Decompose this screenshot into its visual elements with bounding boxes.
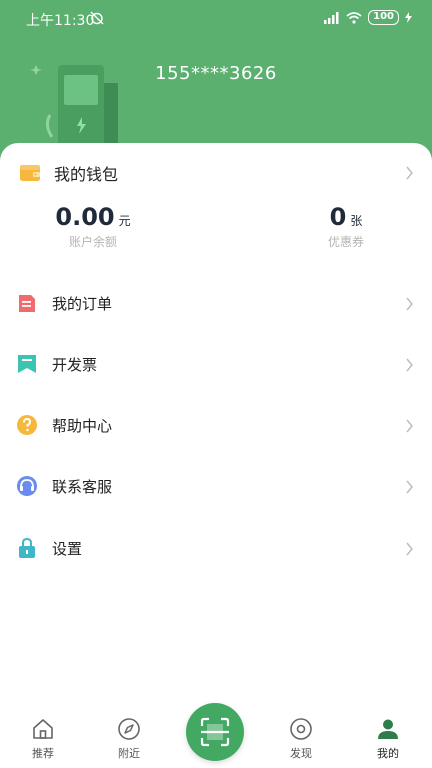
menu-item-orders[interactable]: 我的订单 bbox=[0, 274, 432, 334]
status-indicators: 100 bbox=[324, 10, 412, 25]
chevron-right-icon bbox=[406, 542, 413, 556]
scan-button[interactable] bbox=[186, 703, 244, 761]
tab-label-discover: 发现 bbox=[290, 747, 312, 760]
menu-label-invoice: 开发票 bbox=[52, 356, 98, 374]
wallet-title: 我的钱包 bbox=[54, 165, 119, 184]
status-bar: 上午11:30 100 bbox=[0, 0, 432, 38]
tab-label-mine: 我的 bbox=[377, 747, 399, 760]
menu-label-help: 帮助中心 bbox=[52, 417, 113, 435]
menu-item-settings[interactable]: 设置 bbox=[0, 519, 432, 579]
charging-icon bbox=[405, 12, 412, 23]
menu-item-customer-service[interactable]: 联系客服 bbox=[0, 457, 432, 517]
balance-stat[interactable]: 0.00 元 账户余额 bbox=[38, 203, 148, 250]
chevron-right-icon bbox=[406, 419, 413, 433]
wallet-row[interactable]: 我的钱包 bbox=[0, 143, 432, 203]
wifi-icon bbox=[346, 11, 362, 24]
tab-label-nearby: 附近 bbox=[118, 747, 140, 760]
customer-service-icon bbox=[17, 476, 37, 496]
order-icon bbox=[19, 295, 35, 312]
scan-icon bbox=[200, 717, 230, 747]
user-phone-number[interactable]: 155****3626 bbox=[0, 63, 432, 84]
balance-value: 0.00 bbox=[55, 203, 115, 231]
signal-icon bbox=[324, 11, 339, 24]
tab-recommend[interactable]: 推荐 bbox=[13, 717, 73, 761]
alarm-off-icon bbox=[90, 11, 104, 25]
wallet-icon bbox=[20, 165, 40, 181]
help-icon bbox=[17, 415, 37, 435]
coupon-unit: 张 bbox=[350, 214, 363, 228]
coupon-count: 0 bbox=[329, 203, 347, 231]
menu-label-customer-service: 联系客服 bbox=[52, 478, 113, 496]
account-card: 我的钱包 0.00 元 账户余额 0张 优惠券 我的订单 开发票 帮助中心 联系… bbox=[0, 143, 432, 703]
tab-nearby[interactable]: 附近 bbox=[99, 717, 159, 761]
settings-lock-icon bbox=[19, 537, 35, 558]
compass-icon bbox=[118, 718, 140, 740]
invoice-icon bbox=[18, 355, 36, 373]
menu-label-orders: 我的订单 bbox=[52, 295, 113, 313]
discover-icon bbox=[290, 718, 312, 740]
coupon-label: 优惠券 bbox=[327, 235, 364, 249]
battery-indicator: 100 bbox=[368, 10, 399, 25]
chevron-right-icon bbox=[406, 480, 413, 494]
home-icon bbox=[33, 719, 53, 739]
tab-discover[interactable]: 发现 bbox=[271, 717, 331, 761]
tab-label-recommend: 推荐 bbox=[32, 747, 54, 760]
chevron-right-icon bbox=[406, 166, 413, 180]
menu-item-invoice[interactable]: 开发票 bbox=[0, 335, 432, 395]
menu-item-help[interactable]: 帮助中心 bbox=[0, 396, 432, 456]
tab-mine[interactable]: 我的 bbox=[358, 717, 418, 761]
chevron-right-icon bbox=[406, 297, 413, 311]
chevron-right-icon bbox=[406, 358, 413, 372]
coupon-stat[interactable]: 0张 优惠券 bbox=[301, 203, 391, 250]
balance-unit: 元 bbox=[118, 214, 131, 228]
profile-icon bbox=[378, 719, 398, 739]
status-time: 上午11:30 bbox=[26, 13, 95, 29]
balance-label: 账户余额 bbox=[68, 235, 117, 249]
menu-label-settings: 设置 bbox=[52, 540, 83, 558]
